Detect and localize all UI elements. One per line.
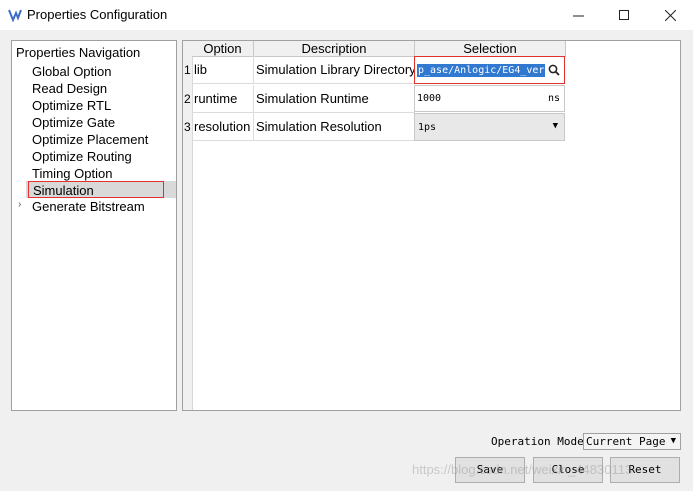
header-selection: Selection bbox=[415, 41, 566, 57]
search-icon[interactable] bbox=[548, 64, 560, 76]
save-button[interactable]: Save bbox=[455, 457, 525, 483]
properties-table: Option Description Selection 1 lib Simul… bbox=[182, 40, 681, 411]
runtime-unit: ns bbox=[547, 93, 560, 104]
description-cell: Simulation Runtime bbox=[254, 85, 415, 113]
resolution-value: 1ps bbox=[418, 122, 437, 133]
row-number: 1 bbox=[184, 63, 191, 77]
nav-item-global-option[interactable]: Global Option bbox=[32, 63, 112, 80]
nav-item-optimize-gate[interactable]: Optimize Gate bbox=[32, 114, 115, 131]
description-cell: Simulation Library Directory bbox=[254, 56, 415, 84]
resolution-select[interactable]: 1ps ▼ bbox=[414, 113, 565, 141]
row-number: 3 bbox=[184, 120, 191, 134]
properties-navigation-panel: Properties Navigation Global Option Read… bbox=[11, 40, 177, 411]
nav-item-optimize-routing[interactable]: Optimize Routing bbox=[32, 148, 132, 165]
header-option: Option bbox=[192, 41, 254, 57]
nav-item-timing-option[interactable]: Timing Option bbox=[32, 165, 112, 182]
nav-item-read-design[interactable]: Read Design bbox=[32, 80, 107, 97]
nav-item-generate-bitstream[interactable]: Generate Bitstream bbox=[32, 198, 145, 215]
title-bar: Properties Configuration bbox=[0, 0, 693, 30]
minimize-icon bbox=[572, 15, 584, 16]
close-button[interactable]: Close bbox=[533, 457, 603, 483]
expand-arrow-icon[interactable]: › bbox=[18, 199, 21, 210]
nav-item-optimize-placement[interactable]: Optimize Placement bbox=[32, 131, 148, 148]
option-cell: runtime bbox=[192, 85, 254, 113]
nav-item-simulation[interactable]: Simulation bbox=[28, 181, 164, 198]
app-logo-icon bbox=[8, 9, 22, 22]
maximize-button[interactable] bbox=[601, 0, 647, 30]
window-title: Properties Configuration bbox=[27, 7, 168, 22]
reset-button[interactable]: Reset bbox=[610, 457, 680, 483]
navigation-title: Properties Navigation bbox=[16, 45, 141, 60]
row-number: 2 bbox=[184, 92, 191, 106]
header-description: Description bbox=[254, 41, 415, 57]
runtime-input[interactable]: 1000 ns bbox=[414, 85, 565, 112]
dropdown-arrow-icon: ▼ bbox=[552, 121, 558, 131]
option-cell: lib bbox=[192, 56, 254, 84]
close-window-button[interactable] bbox=[647, 0, 693, 30]
minimize-button[interactable] bbox=[555, 0, 601, 30]
nav-item-optimize-rtl[interactable]: Optimize RTL bbox=[32, 97, 111, 114]
library-directory-input[interactable]: p_ase/Anlogic/EG4_ver bbox=[414, 56, 565, 84]
close-icon bbox=[664, 9, 676, 21]
description-cell: Simulation Resolution bbox=[254, 113, 415, 141]
library-directory-value: p_ase/Anlogic/EG4_ver bbox=[417, 64, 545, 77]
runtime-value: 1000 bbox=[417, 93, 442, 104]
operation-mode-select[interactable]: Current Page ▼ bbox=[583, 433, 681, 450]
option-cell: resolution bbox=[192, 113, 254, 141]
dropdown-arrow-icon: ▼ bbox=[670, 436, 676, 446]
operation-mode-label: Operation Mode bbox=[491, 435, 584, 448]
operation-mode-value: Current Page bbox=[586, 435, 666, 448]
maximize-icon bbox=[619, 10, 629, 20]
